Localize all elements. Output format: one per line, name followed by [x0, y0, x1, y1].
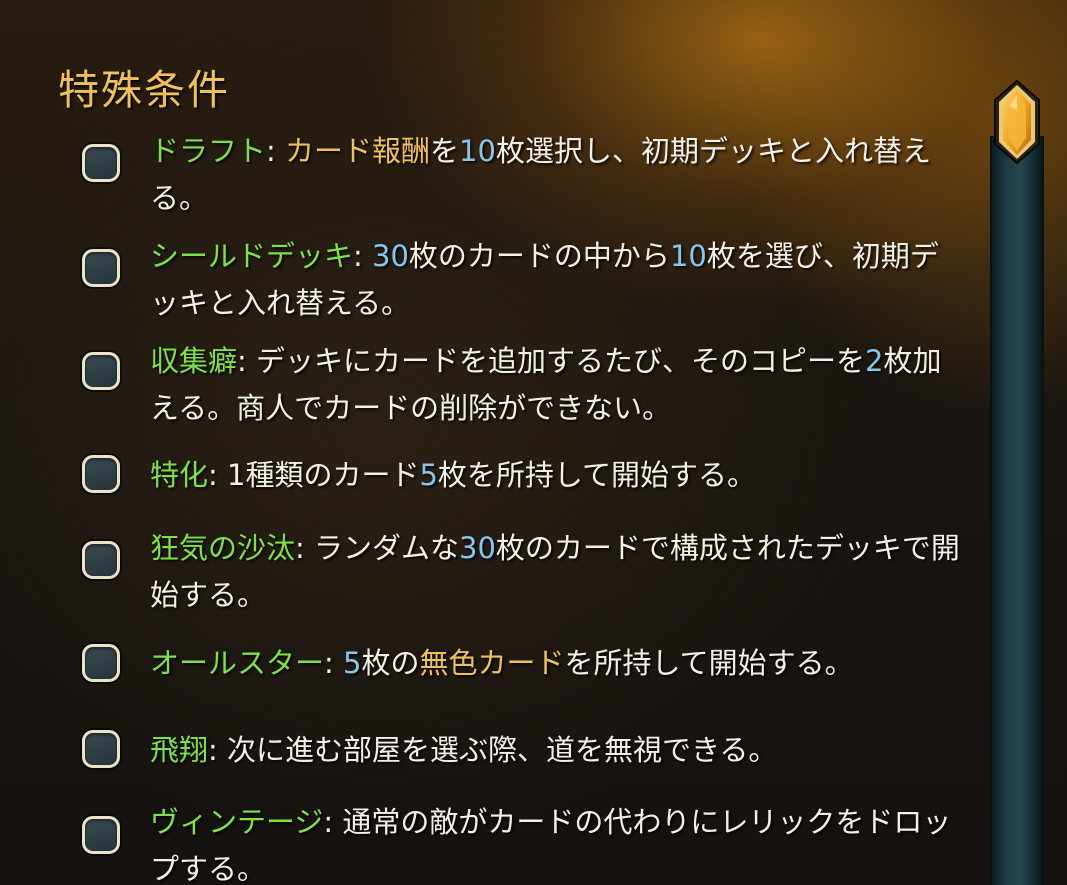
scrollbar-track[interactable] — [990, 136, 1044, 885]
modifier-description: ヴィンテージ: 通常の敵がカードの代わりにレリックをドロップする。 — [150, 799, 960, 885]
checkbox-insanity[interactable] — [82, 541, 120, 579]
number-value: 5 — [419, 458, 438, 492]
text-segment: : — [353, 239, 373, 273]
text-segment: 枚を所持して開始する。 — [437, 458, 757, 492]
text-segment: を所持して開始する。 — [564, 646, 854, 680]
checkbox-vintage[interactable] — [82, 816, 120, 854]
text-segment: 枚の — [361, 646, 420, 680]
modifier-item-draft[interactable]: ドラフト: カード報酬を10枚選択し、初期デッキと入れ替える。 — [82, 128, 962, 228]
text-segment: 枚のカードの中から — [408, 239, 670, 273]
text-segment: : デッキにカードを追加するたび、そのコピーを — [237, 344, 866, 378]
checkbox-specialized[interactable] — [82, 455, 120, 493]
text-segment: : 1種類のカード — [208, 458, 420, 492]
modifier-item-sealed-deck[interactable]: シールドデッキ: 30枚のカードの中から10枚を選び、初期デッキと入れ替える。 — [82, 233, 962, 333]
number-value: 10 — [459, 134, 496, 168]
checkbox-sealed-deck[interactable] — [82, 249, 120, 287]
modifier-item-hoarder[interactable]: 収集癖: デッキにカードを追加するたび、そのコピーを2枚加える。商人でカードの削… — [82, 338, 962, 438]
modifier-description: 特化: 1種類のカード5枚を所持して開始する。 — [150, 452, 960, 499]
text-segment: : ランダムな — [295, 531, 460, 565]
modifier-list: ドラフト: カード報酬を10枚選択し、初期デッキと入れ替える。 シールドデッキ:… — [0, 0, 970, 885]
modifier-description: 飛翔: 次に進む部屋を選ぶ際、道を無視できる。 — [150, 727, 960, 774]
checkbox-hoarder[interactable] — [82, 352, 120, 390]
modifier-description: ドラフト: カード報酬を10枚選択し、初期デッキと入れ替える。 — [150, 128, 960, 222]
number-value: 30 — [372, 239, 409, 273]
checkbox-draft[interactable] — [82, 144, 120, 182]
modifier-name: オールスター — [150, 646, 325, 680]
modifier-item-specialized[interactable]: 特化: 1種類のカード5枚を所持して開始する。 — [82, 452, 962, 502]
modifier-description: シールドデッキ: 30枚のカードの中から10枚を選び、初期デッキと入れ替える。 — [150, 233, 960, 327]
modifier-description: オールスター: 5枚の無色カードを所持して開始する。 — [150, 640, 960, 687]
scrollbar[interactable] — [990, 80, 1044, 885]
modifier-description: 狂気の沙汰: ランダムな30枚のカードで構成されたデッキで開始する。 — [150, 525, 960, 619]
modifier-name: ヴィンテージ — [150, 805, 324, 839]
text-segment: : — [324, 646, 344, 680]
text-segment: : 次に進む部屋を選ぶ際、道を無視できる。 — [208, 733, 778, 767]
checkbox-all-star[interactable] — [82, 644, 120, 682]
modifier-name: 飛翔 — [150, 733, 209, 767]
keyword-card-reward: カード報酬 — [285, 134, 431, 168]
modifier-name: 狂気の沙汰 — [150, 531, 296, 565]
modifier-name: 特化 — [150, 458, 209, 492]
text-segment: : — [266, 134, 286, 168]
number-value: 5 — [343, 646, 362, 680]
number-value: 2 — [865, 344, 884, 378]
text-segment: を — [430, 134, 460, 168]
modifier-item-flight[interactable]: 飛翔: 次に進む部屋を選ぶ際、道を無視できる。 — [82, 727, 962, 777]
modifier-item-vintage[interactable]: ヴィンテージ: 通常の敵がカードの代わりにレリックをドロップする。 — [82, 799, 962, 885]
modifier-name: 収集癖 — [150, 344, 238, 378]
modifier-item-insanity[interactable]: 狂気の沙汰: ランダムな30枚のカードで構成されたデッキで開始する。 — [82, 525, 962, 625]
number-value: 30 — [459, 531, 496, 565]
modifier-name: ドラフト — [150, 134, 267, 168]
scrollbar-thumb-gem-icon[interactable] — [993, 80, 1041, 164]
modifier-item-all-star[interactable]: オールスター: 5枚の無色カードを所持して開始する。 — [82, 640, 962, 690]
modifier-name: シールドデッキ — [150, 239, 354, 273]
keyword-colorless-card: 無色カード — [419, 646, 565, 680]
number-value: 10 — [669, 239, 707, 273]
checkbox-flight[interactable] — [82, 730, 120, 768]
modifier-description: 収集癖: デッキにカードを追加するたび、そのコピーを2枚加える。商人でカードの削… — [150, 338, 960, 432]
